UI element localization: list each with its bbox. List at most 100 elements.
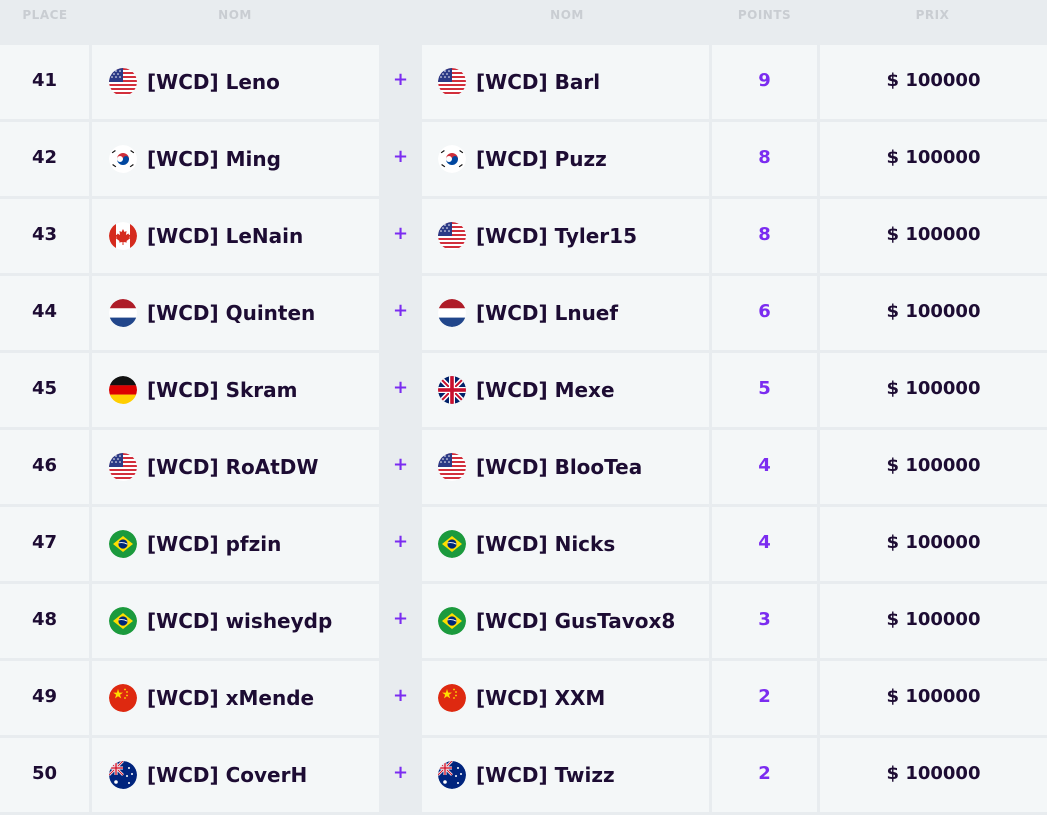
leaderboard-table: PLACE NOM NOM POINTS PRIX 41 [WCD] Leno + [… [0, 0, 1047, 812]
header-points: POINTS [737, 8, 792, 22]
points-cell: 4 [712, 507, 817, 581]
ca-flag-icon [109, 222, 137, 250]
gb-flag-icon [438, 376, 466, 404]
table-body: 41 [WCD] Leno + [WCD] Barl 9 $ 100000 42 [WCD] … [0, 45, 1047, 812]
player-2-cell: [WCD] XXM [422, 661, 709, 735]
points-cell: 9 [712, 45, 817, 119]
points-cell: 2 [712, 738, 817, 812]
points-cell: 8 [712, 122, 817, 196]
plus-icon: + [379, 507, 422, 581]
prize-cell: $ 100000 [820, 507, 1047, 581]
player-1-cell: [WCD] xMende [92, 661, 379, 735]
prize-cell: $ 100000 [820, 45, 1047, 119]
player-2-name[interactable]: [WCD] Nicks [476, 532, 615, 556]
player-2-cell: [WCD] Barl [422, 45, 709, 119]
plus-icon: + [379, 276, 422, 350]
place-cell: 49 [0, 661, 89, 735]
plus-icon: + [379, 430, 422, 504]
header-name-2: NOM [550, 8, 584, 22]
player-2-name[interactable]: [WCD] XXM [476, 686, 605, 710]
header-spacer [380, 0, 423, 8]
de-flag-icon [109, 376, 137, 404]
player-1-cell: [WCD] RoAtDW [92, 430, 379, 504]
table-row: 44 [WCD] Quinten + [WCD] Lnuef 6 $ 100000 [0, 276, 1047, 350]
place-cell: 41 [0, 45, 89, 119]
player-1-name[interactable]: [WCD] wisheydp [147, 609, 332, 633]
plus-icon: + [379, 45, 422, 119]
cn-flag-icon [438, 684, 466, 712]
table-row: 47 [WCD] pfzin + [WCD] Nicks 4 $ 100000 [0, 507, 1047, 581]
header-place: PLACE [22, 8, 68, 22]
place-cell: 46 [0, 430, 89, 504]
points-cell: 8 [712, 199, 817, 273]
kr-flag-icon [438, 145, 466, 173]
player-1-cell: [WCD] Ming [92, 122, 379, 196]
prize-cell: $ 100000 [820, 353, 1047, 427]
plus-icon: + [379, 661, 422, 735]
header-prize: PRIX [915, 8, 950, 22]
player-1-name[interactable]: [WCD] xMende [147, 686, 314, 710]
player-1-cell: [WCD] Quinten [92, 276, 379, 350]
place-cell: 50 [0, 738, 89, 812]
points-cell: 2 [712, 661, 817, 735]
place-cell: 42 [0, 122, 89, 196]
player-1-name[interactable]: [WCD] LeNain [147, 224, 303, 248]
points-cell: 5 [712, 353, 817, 427]
player-2-cell: [WCD] BlooTea [422, 430, 709, 504]
us-flag-icon [438, 68, 466, 96]
player-2-cell: [WCD] GusTavox8 [422, 584, 709, 658]
kr-flag-icon [109, 145, 137, 173]
player-2-cell: [WCD] Nicks [422, 507, 709, 581]
prize-cell: $ 100000 [820, 738, 1047, 812]
table-row: 45 [WCD] Skram + [WCD] Mexe 5 $ 100000 [0, 353, 1047, 427]
player-1-name[interactable]: [WCD] RoAtDW [147, 455, 318, 479]
plus-icon: + [379, 738, 422, 812]
player-1-name[interactable]: [WCD] Ming [147, 147, 281, 171]
table-row: 50 [WCD] CoverH + [WCD] Twizz 2 $ 100000 [0, 738, 1047, 812]
prize-cell: $ 100000 [820, 276, 1047, 350]
plus-icon: + [379, 584, 422, 658]
plus-icon: + [379, 199, 422, 273]
prize-cell: $ 100000 [820, 199, 1047, 273]
player-1-cell: [WCD] Leno [92, 45, 379, 119]
player-2-name[interactable]: [WCD] Puzz [476, 147, 607, 171]
br-flag-icon [438, 530, 466, 558]
table-row: 48 [WCD] wisheydp + [WCD] GusTavox8 3 $ 10000… [0, 584, 1047, 658]
cn-flag-icon [109, 684, 137, 712]
prize-cell: $ 100000 [820, 661, 1047, 735]
nl-flag-icon [438, 299, 466, 327]
player-2-cell: [WCD] Mexe [422, 353, 709, 427]
br-flag-icon [109, 607, 137, 635]
player-2-name[interactable]: [WCD] Tyler15 [476, 224, 637, 248]
player-1-cell: [WCD] Skram [92, 353, 379, 427]
player-2-name[interactable]: [WCD] GusTavox8 [476, 609, 675, 633]
header-name-1: NOM [218, 8, 252, 22]
us-flag-icon [438, 453, 466, 481]
player-2-name[interactable]: [WCD] Twizz [476, 763, 615, 787]
player-2-name[interactable]: [WCD] Barl [476, 70, 600, 94]
player-2-name[interactable]: [WCD] Lnuef [476, 301, 618, 325]
prize-cell: $ 100000 [820, 430, 1047, 504]
us-flag-icon [109, 453, 137, 481]
table-row: 49 [WCD] xMende + [WCD] XXM 2 $ 100000 [0, 661, 1047, 735]
player-2-name[interactable]: [WCD] Mexe [476, 378, 615, 402]
place-cell: 47 [0, 507, 89, 581]
table-row: 43 [WCD] LeNain + [WCD] Tyler15 8 $ 100000 [0, 199, 1047, 273]
points-cell: 4 [712, 430, 817, 504]
table-header: PLACE NOM NOM POINTS PRIX [0, 0, 1047, 43]
au-flag-icon [109, 761, 137, 789]
player-2-name[interactable]: [WCD] BlooTea [476, 455, 642, 479]
player-2-cell: [WCD] Twizz [422, 738, 709, 812]
place-cell: 48 [0, 584, 89, 658]
player-1-name[interactable]: [WCD] Skram [147, 378, 298, 402]
plus-icon: + [379, 353, 422, 427]
table-row: 46 [WCD] RoAtDW + [WCD] BlooTea 4 $ 100000 [0, 430, 1047, 504]
br-flag-icon [438, 607, 466, 635]
player-1-name[interactable]: [WCD] pfzin [147, 532, 281, 556]
player-1-name[interactable]: [WCD] CoverH [147, 763, 307, 787]
player-1-name[interactable]: [WCD] Quinten [147, 301, 315, 325]
player-1-cell: [WCD] CoverH [92, 738, 379, 812]
player-1-name[interactable]: [WCD] Leno [147, 70, 280, 94]
player-1-cell: [WCD] pfzin [92, 507, 379, 581]
points-cell: 6 [712, 276, 817, 350]
